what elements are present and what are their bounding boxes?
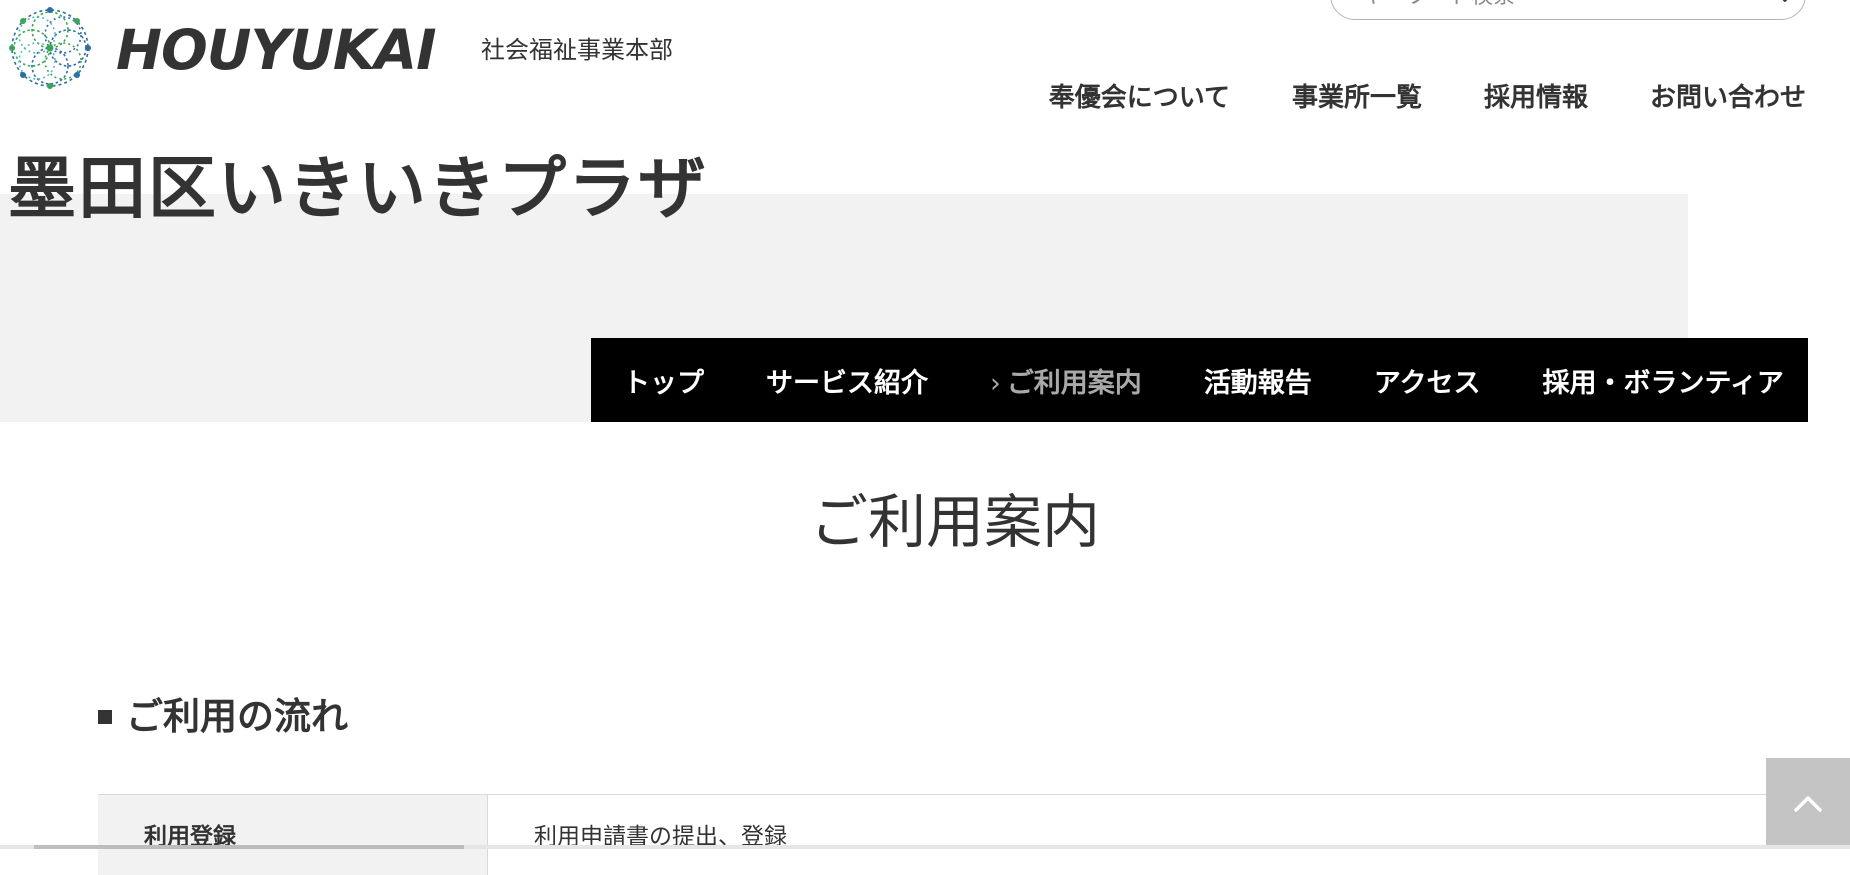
chevron-right-icon: › [990, 367, 1001, 399]
back-to-top-button[interactable] [1766, 758, 1850, 849]
sub-nav-item-guide-label: ご利用案内 [1006, 367, 1142, 399]
search-input[interactable]: キーワード検索 [1330, 0, 1806, 20]
logo-wordmark[interactable]: HOUYUKAI [116, 10, 437, 90]
section-title: ご利用案内 [809, 488, 1100, 556]
logo-subtitle: 社会福祉事業本部 [481, 36, 673, 64]
flow-table: 利用登録 利用申請書の提出、登録 [98, 794, 1838, 875]
global-nav: 奉優会について 事業所一覧 採用情報 お問い合わせ [1049, 72, 1806, 118]
sub-nav-item-guide[interactable]: › ご利用案内 [990, 361, 1142, 400]
flow-heading-text: ご利用の流れ [126, 695, 348, 738]
nav-item-contact[interactable]: お問い合わせ [1650, 77, 1806, 114]
page-title: 墨田区いきいきプラザ [8, 150, 709, 229]
nav-item-about[interactable]: 奉優会について [1049, 77, 1230, 114]
sub-nav: トップ サービス紹介 › ご利用案内 活動報告 アクセス 採用・ボランティア [591, 338, 1808, 422]
nav-item-recruit[interactable]: 採用情報 [1484, 77, 1588, 114]
table-row-header: 利用登録 [98, 795, 488, 875]
logo-mark-icon[interactable] [6, 4, 94, 92]
scrollbar-thumb[interactable] [34, 845, 464, 849]
search-icon[interactable] [1755, 0, 1791, 9]
chevron-up-icon [1794, 796, 1822, 812]
sub-nav-item-top[interactable]: トップ [623, 361, 704, 400]
sub-nav-item-services[interactable]: サービス紹介 [766, 361, 928, 400]
search-placeholder: キーワード検索 [1361, 0, 1515, 17]
horizontal-scrollbar[interactable] [0, 845, 1850, 849]
flow-heading: ご利用の流れ [98, 692, 348, 742]
nav-item-offices[interactable]: 事業所一覧 [1292, 77, 1422, 114]
sub-nav-item-volunteer[interactable]: 採用・ボランティア [1542, 361, 1783, 400]
sub-nav-item-activity[interactable]: 活動報告 [1204, 361, 1312, 400]
square-bullet-icon [98, 710, 112, 724]
sub-nav-item-access[interactable]: アクセス [1374, 361, 1481, 400]
